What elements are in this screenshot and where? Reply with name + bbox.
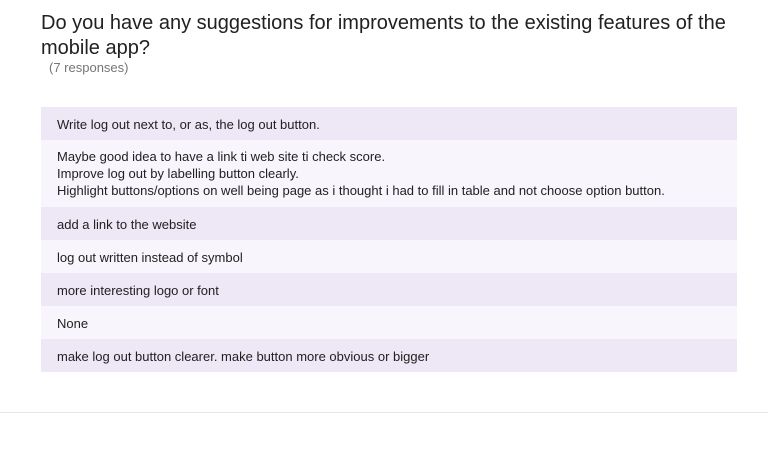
response-count: (7 responses) [49, 60, 129, 75]
response-item: None [41, 306, 737, 339]
response-item: more interesting logo or font [41, 273, 737, 306]
response-item: log out written instead of symbol [41, 240, 737, 273]
question-title: Do you have any suggestions for improvem… [41, 12, 726, 59]
response-item: add a link to the website [41, 207, 737, 240]
response-item: make log out button clearer. make button… [41, 339, 737, 372]
question-card: Do you have any suggestions for improvem… [0, 0, 768, 413]
response-list: Write log out next to, or as, the log ou… [41, 107, 737, 372]
response-item: Write log out next to, or as, the log ou… [41, 107, 737, 140]
response-item: Maybe good idea to have a link ti web si… [41, 140, 737, 207]
